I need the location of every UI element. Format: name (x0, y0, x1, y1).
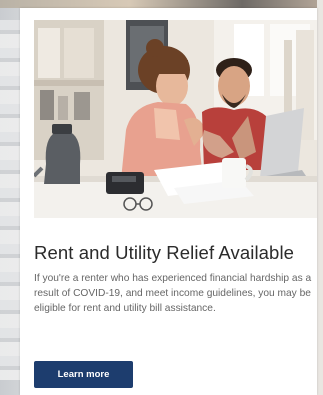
background-right-edge (317, 0, 323, 395)
learn-more-button[interactable]: Learn more (34, 361, 133, 388)
card-headline: Rent and Utility Relief Available (34, 242, 295, 263)
relief-card: Rent and Utility Relief Available If you… (20, 8, 317, 395)
background-strip (0, 0, 323, 8)
background-page-edge (0, 20, 20, 380)
couple-reviewing-bills-photo (34, 20, 317, 218)
card-body-text: If you're a renter who has experienced f… (34, 273, 312, 315)
